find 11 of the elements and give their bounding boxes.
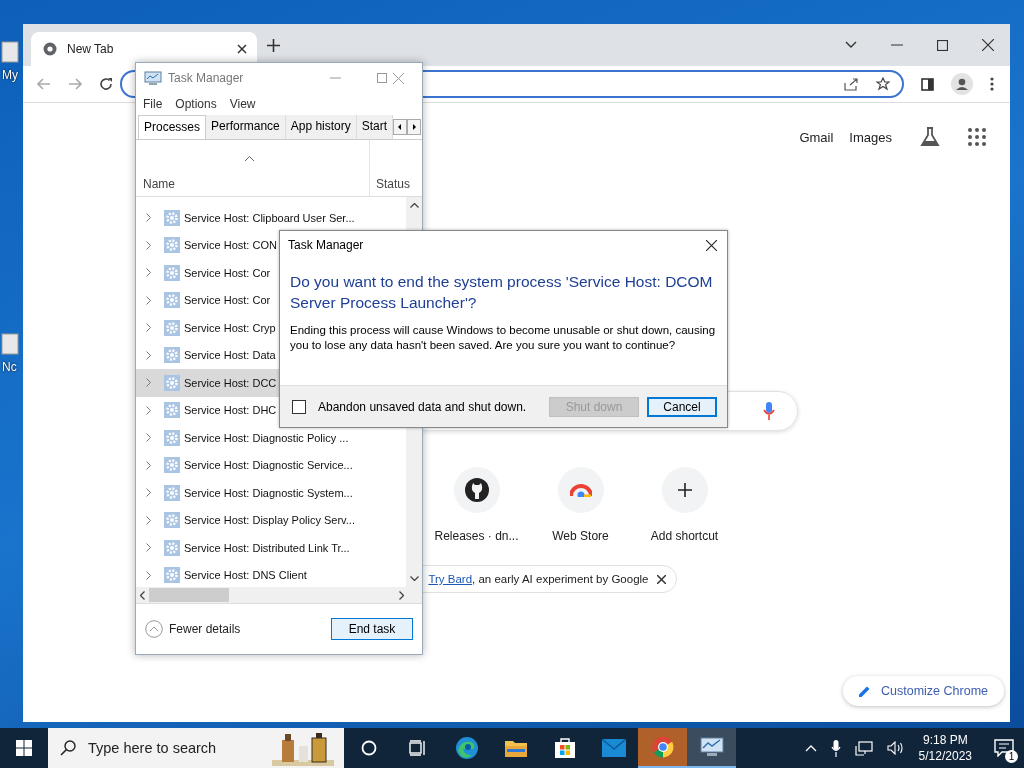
dialog-heading: Do you want to end the system process 'Service Host: DCOM Server Process Launcher'? (290, 272, 714, 313)
clock-date: 5/12/2023 (918, 748, 972, 764)
bard-banner-text: Try Bard, an early AI experiment by Google (428, 573, 649, 585)
desktop-icon-label: My (1, 68, 18, 82)
clock-time: 9:18 PM (922, 732, 968, 748)
window-title: Task Manager (168, 71, 244, 85)
notification-count-badge: 1 (1005, 750, 1018, 763)
desktop-icon-label: Nc (1, 360, 17, 374)
tab-title: New Tab (67, 42, 115, 56)
dialog-message: Ending this process will cause Windows to become unusable or shut down, causing you to lose any data hasn't been saved. Are you sure you want to continue? (290, 323, 717, 353)
dialog-title: Task Manager (288, 238, 364, 252)
